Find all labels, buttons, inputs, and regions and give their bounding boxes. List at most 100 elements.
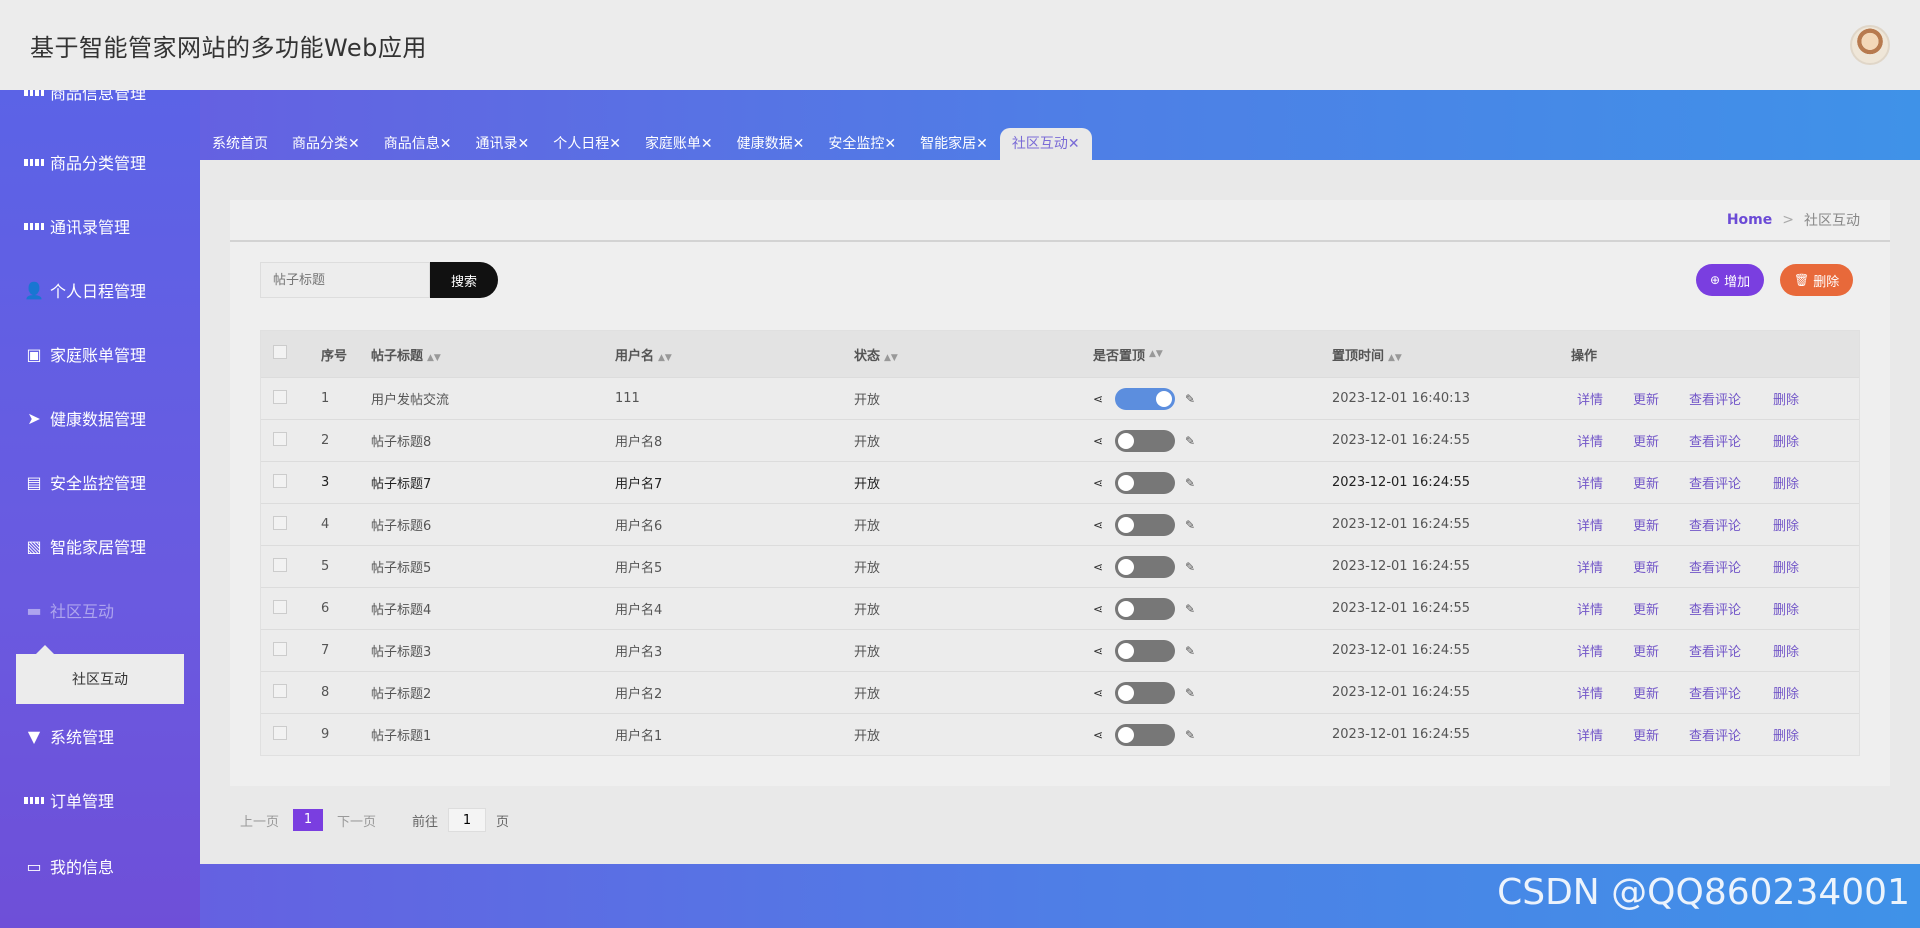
next-page-button[interactable]: 下一页 <box>337 811 376 830</box>
tab-smart-home[interactable]: 智能家居✕ <box>908 128 1000 160</box>
view-comments-link[interactable]: 查看评论 <box>1689 389 1767 408</box>
view-comments-link[interactable]: 查看评论 <box>1689 431 1767 450</box>
submenu-item-community[interactable]: 社区互动 <box>16 645 184 704</box>
edit-icon[interactable]: ✎ <box>1185 434 1195 448</box>
edit-icon[interactable]: ✎ <box>1185 728 1195 742</box>
delete-link[interactable]: 删除 <box>1773 515 1823 534</box>
pin-toggle[interactable] <box>1115 513 1175 536</box>
sidebar-item-security[interactable]: ▤ 安全监控管理 <box>0 462 200 502</box>
delete-link[interactable]: 删除 <box>1773 599 1823 618</box>
edit-icon[interactable]: ✎ <box>1185 644 1195 658</box>
detail-link[interactable]: 详情 <box>1577 431 1627 450</box>
header-time[interactable]: 置顶时间 ▲▼ <box>1332 345 1571 364</box>
pin-toggle[interactable] <box>1115 429 1175 452</box>
delete-link[interactable]: 删除 <box>1773 683 1823 702</box>
tab-goods-info[interactable]: 商品信息✕ <box>372 128 464 160</box>
tab-community[interactable]: 社区互动✕ <box>999 128 1092 160</box>
detail-link[interactable]: 详情 <box>1577 389 1627 408</box>
pin-toggle[interactable] <box>1115 555 1175 578</box>
detail-link[interactable]: 详情 <box>1577 557 1627 576</box>
delete-link[interactable]: 删除 <box>1773 641 1823 660</box>
view-comments-link[interactable]: 查看评论 <box>1689 683 1767 702</box>
select-all-checkbox[interactable] <box>273 345 287 359</box>
sort-icon[interactable]: ▲▼ <box>658 353 672 363</box>
search-input[interactable] <box>260 262 430 298</box>
row-checkbox[interactable] <box>273 725 287 740</box>
view-comments-link[interactable]: 查看评论 <box>1689 599 1767 618</box>
update-link[interactable]: 更新 <box>1633 725 1683 744</box>
tab-health[interactable]: 健康数据✕ <box>725 128 817 160</box>
update-link[interactable]: 更新 <box>1633 515 1683 534</box>
row-checkbox[interactable] <box>273 557 287 572</box>
tab-security[interactable]: 安全监控✕ <box>816 128 908 160</box>
row-checkbox[interactable] <box>273 473 287 488</box>
sort-icon[interactable]: ▲▼ <box>427 353 441 363</box>
delete-button[interactable]: 🗑 删除 <box>1780 264 1854 296</box>
sort-icon[interactable]: ▲▼ <box>1388 353 1402 363</box>
row-checkbox[interactable] <box>273 389 287 404</box>
pin-toggle[interactable] <box>1115 471 1175 494</box>
tab-schedule[interactable]: 个人日程✕ <box>541 128 633 160</box>
update-link[interactable]: 更新 <box>1633 389 1683 408</box>
detail-link[interactable]: 详情 <box>1577 515 1627 534</box>
sidebar-item-community[interactable]: ▬ 社区互动 <box>0 590 200 630</box>
sidebar-item-contacts[interactable]: 通讯录管理 <box>0 206 200 246</box>
edit-icon[interactable]: ✎ <box>1185 602 1195 616</box>
tab-home[interactable]: 系统首页 <box>200 128 280 160</box>
delete-link[interactable]: 删除 <box>1773 725 1823 744</box>
search-button[interactable]: 搜索 <box>430 262 498 298</box>
sidebar-item-my-info[interactable]: ▭ 我的信息 <box>0 846 200 886</box>
breadcrumb-home[interactable]: Home <box>1727 212 1772 228</box>
view-comments-link[interactable]: 查看评论 <box>1689 473 1767 492</box>
view-comments-link[interactable]: 查看评论 <box>1689 515 1767 534</box>
goto-page-input[interactable] <box>448 808 487 832</box>
row-checkbox[interactable] <box>273 641 287 656</box>
sidebar-item-system[interactable]: ▼ 系统管理 <box>0 716 200 756</box>
header-pinned[interactable]: 是否置顶 ▲▼ <box>1093 345 1332 364</box>
detail-link[interactable]: 详情 <box>1577 599 1627 618</box>
delete-link[interactable]: 删除 <box>1773 389 1823 408</box>
pin-toggle[interactable] <box>1115 723 1175 746</box>
row-checkbox[interactable] <box>273 515 287 530</box>
view-comments-link[interactable]: 查看评论 <box>1689 725 1767 744</box>
prev-page-button[interactable]: 上一页 <box>240 811 279 830</box>
sidebar-item-schedule[interactable]: 👤 个人日程管理 <box>0 270 200 310</box>
sort-icon[interactable]: ▲▼ <box>884 353 898 363</box>
header-user[interactable]: 用户名 ▲▼ <box>615 345 854 364</box>
edit-icon[interactable]: ✎ <box>1185 476 1195 490</box>
page-number-current[interactable]: 1 <box>293 809 324 831</box>
edit-icon[interactable]: ✎ <box>1185 560 1195 574</box>
header-status[interactable]: 状态 ▲▼ <box>854 345 1093 364</box>
sidebar-item-smart-home[interactable]: ▧ 智能家居管理 <box>0 526 200 566</box>
edit-icon[interactable]: ✎ <box>1185 392 1195 406</box>
sidebar-item-bills[interactable]: ▣ 家庭账单管理 <box>0 334 200 374</box>
detail-link[interactable]: 详情 <box>1577 725 1627 744</box>
sidebar-item-goods-info[interactable]: 商品信息管理 <box>0 90 200 112</box>
sidebar-item-orders[interactable]: 订单管理 <box>0 780 200 820</box>
detail-link[interactable]: 详情 <box>1577 683 1627 702</box>
row-checkbox[interactable] <box>273 599 287 614</box>
tab-goods-category[interactable]: 商品分类✕ <box>280 128 372 160</box>
user-avatar[interactable] <box>1850 25 1890 65</box>
update-link[interactable]: 更新 <box>1633 599 1683 618</box>
tab-contacts[interactable]: 通讯录✕ <box>463 128 541 160</box>
view-comments-link[interactable]: 查看评论 <box>1689 641 1767 660</box>
detail-link[interactable]: 详情 <box>1577 641 1627 660</box>
delete-link[interactable]: 删除 <box>1773 473 1823 492</box>
pin-toggle[interactable] <box>1115 681 1175 704</box>
edit-icon[interactable]: ✎ <box>1185 518 1195 532</box>
delete-link[interactable]: 删除 <box>1773 557 1823 576</box>
sidebar-item-goods-category[interactable]: 商品分类管理 <box>0 142 200 182</box>
update-link[interactable]: 更新 <box>1633 431 1683 450</box>
update-link[interactable]: 更新 <box>1633 641 1683 660</box>
pin-toggle[interactable] <box>1115 639 1175 662</box>
edit-icon[interactable]: ✎ <box>1185 686 1195 700</box>
detail-link[interactable]: 详情 <box>1577 473 1627 492</box>
pin-toggle[interactable] <box>1115 387 1175 410</box>
update-link[interactable]: 更新 <box>1633 557 1683 576</box>
row-checkbox[interactable] <box>273 431 287 446</box>
add-button[interactable]: ⊕ 增加 <box>1696 264 1765 296</box>
pin-toggle[interactable] <box>1115 597 1175 620</box>
update-link[interactable]: 更新 <box>1633 473 1683 492</box>
header-title[interactable]: 帖子标题 ▲▼ <box>371 345 615 364</box>
